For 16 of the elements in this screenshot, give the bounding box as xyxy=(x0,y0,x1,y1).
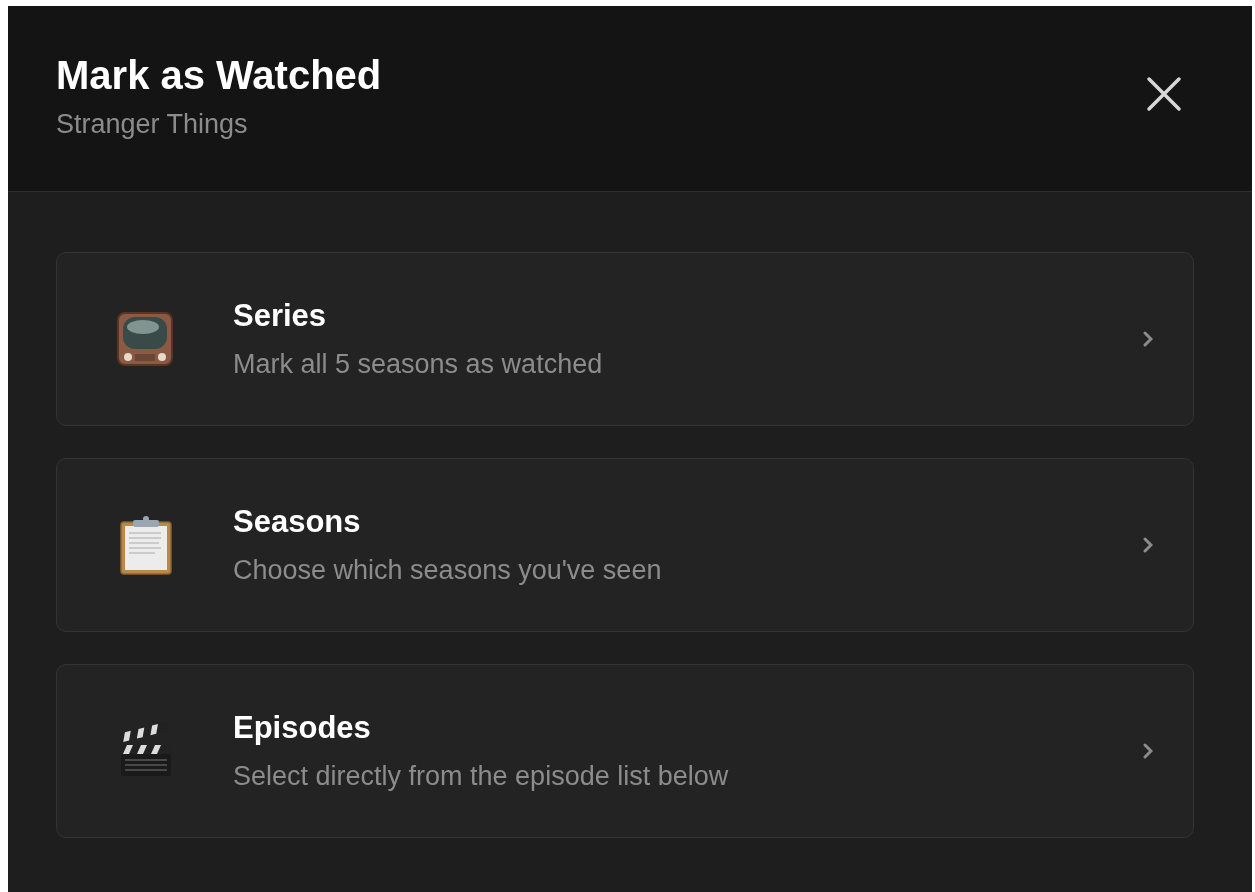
option-card[interactable]: Episodes Select directly from the episode list below xyxy=(56,664,1194,838)
close-icon xyxy=(1146,76,1182,112)
option-title: Seasons xyxy=(233,504,362,540)
dialog-title: Mark as Watched xyxy=(56,52,383,98)
option-description: Choose which seasons you've seen xyxy=(233,554,663,586)
option-description: Select directly from the episode list below xyxy=(233,760,730,792)
dialog-subtitle: Stranger Things xyxy=(56,108,249,140)
chevron-right-icon xyxy=(1143,331,1153,347)
option-title: Series xyxy=(233,298,328,334)
chevron-right-icon xyxy=(1143,743,1153,759)
option-card[interactable]: Series Mark all 5 seasons as watched xyxy=(56,252,1194,426)
television-icon xyxy=(115,309,175,369)
option-card[interactable]: Seasons Choose which seasons you've seen xyxy=(56,458,1194,632)
option-title: Episodes xyxy=(233,710,372,746)
chevron-right-icon xyxy=(1143,537,1153,553)
option-description: Mark all 5 seasons as watched xyxy=(233,348,604,380)
